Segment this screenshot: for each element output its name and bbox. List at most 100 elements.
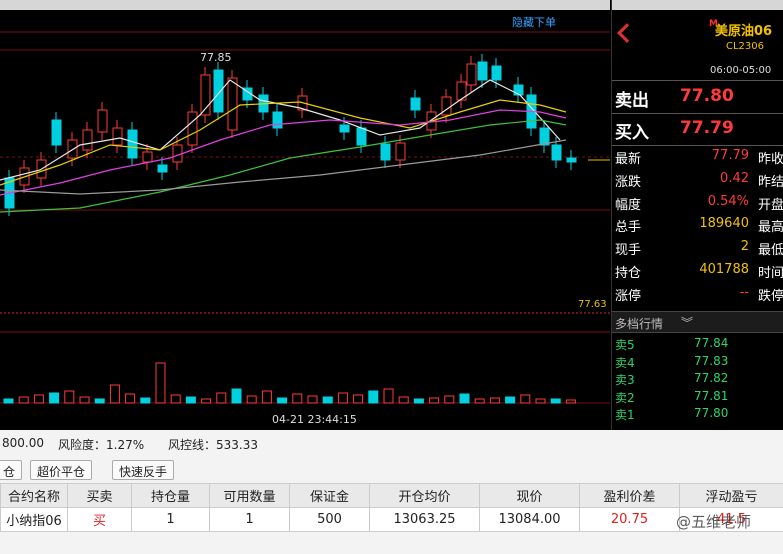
volume-bar (231, 388, 242, 404)
volume-bar (459, 393, 470, 404)
sell-label: 卖出 (615, 91, 649, 111)
candle-body (82, 129, 93, 151)
quote-row-right-label: 最高 (758, 220, 783, 236)
buy-price[interactable]: 77.79 (680, 118, 734, 138)
volume-bar (444, 395, 455, 404)
trading-screen: 隐藏下单 77.85 77.63 04-21 23:44:15 M 美原油06 … (0, 0, 783, 554)
current-price-label: 77.63 (578, 299, 607, 310)
close-position-button[interactable]: 仓 (0, 460, 23, 480)
depth-price: 77.83 (694, 353, 729, 368)
kline-chart-canvas (0, 31, 610, 404)
quote-row: 现手 2 最低 (615, 239, 783, 261)
hide-order-panel-link[interactable]: 隐藏下单 (512, 14, 556, 30)
table-cell: 13084.00 (479, 507, 580, 532)
volume-bar (550, 398, 561, 404)
quote-row-label: 最新 (615, 152, 642, 167)
quote-row-label: 现手 (615, 243, 642, 259)
quote-row-label: 持仓 (615, 266, 642, 281)
balance-value: 800.00 (2, 436, 44, 450)
quote-row-label: 涨停 (615, 288, 642, 304)
volume-bar (307, 395, 318, 404)
volume-bar (520, 394, 531, 404)
quote-row-right-label: 昨收 (758, 152, 783, 167)
volume-bar (322, 396, 333, 404)
candle-body (539, 127, 550, 146)
table-body: 小纳指06 买 1 1 500 13063.25 13084.00 20.75 41.5 (0, 507, 783, 532)
depth-price: 77.81 (694, 388, 729, 403)
table-cell: 小纳指06 (0, 507, 68, 532)
sell-price[interactable]: 77.80 (680, 86, 734, 106)
candle-body (142, 151, 153, 163)
table-header-cell[interactable]: 买卖 (67, 483, 132, 508)
candle-body (187, 111, 198, 146)
table-header-cell[interactable]: 盈利价差 (579, 483, 680, 508)
volume-bar (170, 394, 181, 404)
volume-bar (505, 396, 516, 404)
account-panel: 800.00 风险度：1.27% 风控线：533.33 仓 超价平仓 快速反手 … (0, 430, 783, 554)
table-cell: 500 (289, 507, 370, 532)
table-cell: 1 (131, 507, 210, 532)
chevron-double-down-icon[interactable]: ︾ (681, 314, 693, 331)
table-header-cell[interactable]: 开仓均价 (369, 483, 480, 508)
candle-body (127, 129, 138, 159)
depth-label: 卖2 (615, 390, 635, 405)
super-price-close-button[interactable]: 超价平仓 (30, 460, 93, 480)
positions-table: 合约名称 买卖 持仓量 可用数量 保证金 开仓均价 现价 盈利价差 浮动盈亏 小纳指06 买 1 1 5… (0, 483, 783, 532)
divider (612, 113, 783, 114)
depth-row[interactable]: 卖5 77.84 (615, 336, 783, 352)
divider (612, 145, 783, 146)
table-cell: 1 (209, 507, 290, 532)
kline-chart[interactable]: 隐藏下单 77.85 77.63 04-21 23:44:15 (0, 0, 610, 430)
volume-bar (398, 396, 409, 404)
crosshair-time-label: 04-21 23:44:15 (272, 413, 357, 426)
volume-bar (353, 394, 364, 404)
volume-bar (18, 396, 29, 404)
volume-bar (64, 390, 75, 404)
depth-header[interactable]: 多档行情 ︾ (612, 311, 783, 333)
candle-body (551, 144, 562, 161)
quote-row-value: 0.42 (720, 170, 749, 186)
candle-body (339, 124, 350, 133)
table-header-cell[interactable]: 持仓量 (131, 483, 210, 508)
table-row[interactable]: 小纳指06 买 1 1 500 13063.25 13084.00 20.75 41.5 (0, 507, 783, 532)
quote-row-label: 幅度 (615, 197, 642, 213)
quote-row-right-label: 开盘 (758, 197, 783, 213)
depth-row[interactable]: 卖4 77.83 (615, 354, 783, 370)
quote-row-value: 401788 (699, 262, 749, 277)
depth-label: 卖5 (615, 338, 635, 352)
table-header-cell[interactable]: 现价 (479, 483, 580, 508)
depth-price: 77.84 (694, 336, 729, 350)
volume-bar (140, 397, 151, 404)
volume-bar (125, 393, 136, 404)
depth-label: 卖3 (615, 373, 635, 387)
volume-bar (155, 362, 166, 404)
volume-bar (261, 390, 272, 404)
risk-degree: 风险度：1.27% (58, 438, 145, 452)
volume-bar (489, 397, 500, 404)
table-cell: 20.75 (579, 507, 680, 532)
table-header-cell[interactable]: 浮动盈亏 (679, 483, 783, 508)
symbol-name: 美原油06 (715, 24, 773, 39)
back-arrow-icon[interactable] (617, 23, 637, 43)
depth-price: 77.82 (694, 371, 729, 385)
quote-row-value: 189640 (699, 216, 749, 232)
quote-row: 总手 189640 最高 (615, 216, 783, 238)
table-header-row: 合约名称 买卖 持仓量 可用数量 保证金 开仓均价 现价 盈利价差 浮动盈亏 (0, 483, 783, 508)
symbol-code: CL2306 (726, 41, 765, 52)
quote-row: 持仓 401788 时间 (615, 262, 783, 284)
table-header-cell[interactable]: 保证金 (289, 483, 370, 508)
candle-body (51, 119, 62, 146)
depth-row[interactable]: 卖2 77.81 (615, 389, 783, 405)
depth-row[interactable]: 卖1 77.80 (615, 406, 783, 422)
candle-body (491, 65, 502, 81)
volume-bar (337, 392, 348, 404)
depth-row[interactable]: 卖3 77.82 (615, 371, 783, 387)
table-header-cell[interactable]: 可用数量 (209, 483, 290, 508)
candle-body (272, 111, 283, 129)
quick-reverse-button[interactable]: 快速反手 (112, 460, 175, 480)
volume-bar (94, 398, 105, 404)
volume-bar (216, 392, 227, 404)
candle-body (356, 127, 367, 146)
table-header-cell[interactable]: 合约名称 (0, 483, 68, 508)
quote-row-right-label: 时间 (758, 266, 783, 281)
